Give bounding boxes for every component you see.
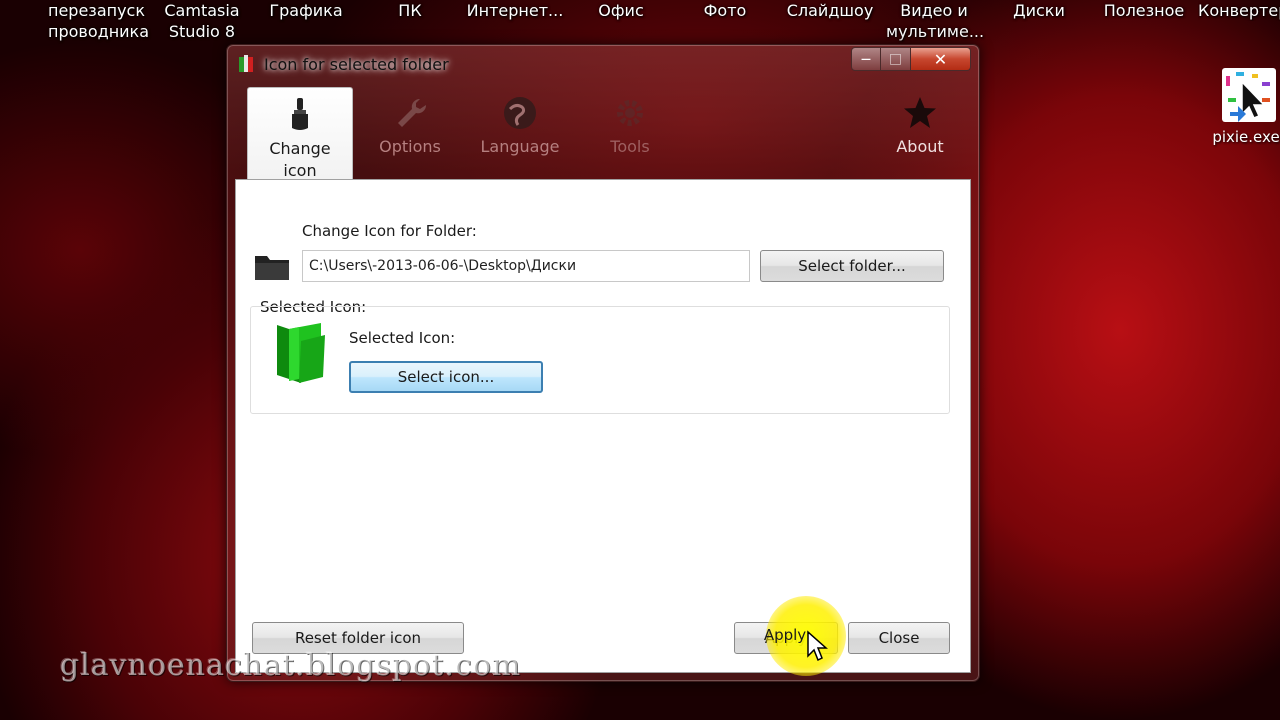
close-button[interactable]: Close xyxy=(848,622,950,654)
desktop-icon-slideshow[interactable]: Слайдшоу xyxy=(784,0,876,21)
wrench-icon xyxy=(398,98,427,127)
desktop-icon-label: мультиме... xyxy=(886,22,985,41)
desktop-icon-office[interactable]: Офис xyxy=(590,0,652,21)
green-folder-icon xyxy=(277,323,325,383)
brush-icon xyxy=(292,98,308,130)
desktop-icon-photo[interactable]: Фото xyxy=(696,0,754,21)
folder-icon xyxy=(255,256,289,280)
tab-tools[interactable]: Tools xyxy=(577,87,683,177)
tab-label-line: Change xyxy=(269,139,331,158)
app-icon xyxy=(239,55,253,73)
selected-icon-label: Selected Icon: xyxy=(349,329,456,347)
pixie-exe-label: pixie.exe xyxy=(1212,128,1280,146)
select-folder-button[interactable]: Select folder... xyxy=(760,250,944,282)
minimize-icon: — xyxy=(861,53,871,65)
desktop-icon-label: Диски xyxy=(1013,1,1065,20)
change-icon-panel: Change Icon for Folder: Select folder...… xyxy=(235,179,971,673)
tab-options[interactable]: Options xyxy=(357,87,463,177)
desktop-icon-graphics[interactable]: Графика xyxy=(266,0,346,21)
window-controls: — □ ✕ xyxy=(851,47,971,73)
star-icon xyxy=(904,97,936,128)
select-icon-button[interactable]: Select icon... xyxy=(349,361,543,393)
desktop-icon-label: Конвертер xyxy=(1198,1,1280,20)
desktop-icon-internet[interactable]: Интернет... xyxy=(466,0,564,21)
desktop-icon-label: Studio 8 xyxy=(168,22,236,41)
desktop-icon-disks[interactable]: Диски xyxy=(1008,0,1070,21)
tab-label: About xyxy=(896,137,944,156)
minimize-button[interactable]: — xyxy=(851,47,881,71)
desktop-icon-video[interactable]: Видео и мультиме... xyxy=(886,0,985,42)
tab-language[interactable]: Language xyxy=(467,87,573,177)
desktop-icon-label: Полезное xyxy=(1103,1,1185,20)
desktop-icon-restart-explorer[interactable]: перезапуск проводника xyxy=(48,0,150,42)
window-title: Icon for selected folder xyxy=(264,55,449,74)
mouse-cursor-icon xyxy=(807,630,828,662)
gear-icon xyxy=(617,100,643,126)
desktop-icon-label: проводника xyxy=(48,22,150,41)
globe-icon xyxy=(504,97,536,129)
maximize-button[interactable]: □ xyxy=(881,47,911,71)
desktop-icon-label: Camtasia xyxy=(164,1,240,20)
desktop-icon-label: Слайдшоу xyxy=(786,1,874,20)
desktop-icon-label: Графика xyxy=(269,1,343,20)
close-icon: ✕ xyxy=(933,49,948,69)
desktop-icon-useful[interactable]: Полезное xyxy=(1100,0,1188,21)
window-titlebar[interactable]: Icon for selected folder — □ ✕ xyxy=(227,45,979,81)
desktop-icon-label: Фото xyxy=(703,1,747,20)
desktop-icon-label: перезапуск xyxy=(48,1,146,20)
close-window-button[interactable]: ✕ xyxy=(911,47,971,71)
tab-change-icon[interactable]: Change icon xyxy=(247,87,353,182)
desktop-icon-label: Интернет... xyxy=(466,1,564,20)
desktop-icon-label: Офис xyxy=(598,1,644,20)
icon-for-folder-window: Icon for selected folder — □ ✕ Change ic… xyxy=(226,44,980,682)
desktop-icon-label: Видео и xyxy=(900,1,968,20)
desktop-icon-label: ПК xyxy=(398,1,422,20)
change-icon-folder-label: Change Icon for Folder: xyxy=(302,222,477,240)
tab-label: Change icon xyxy=(248,138,352,182)
tab-label: Language xyxy=(480,137,560,156)
maximize-icon: □ xyxy=(888,51,903,67)
watermark-text: glavnoenachat.blogspot.com xyxy=(60,648,522,683)
desktop-icon-camtasia[interactable]: Camtasia Studio 8 xyxy=(160,0,244,42)
tab-about[interactable]: About xyxy=(867,87,973,177)
desktop-icon-pc[interactable]: ПК xyxy=(380,0,440,21)
pixie-cursor-icon[interactable] xyxy=(1222,68,1276,122)
desktop-icon-converter[interactable]: Конвертер xyxy=(1198,0,1280,21)
tab-label: Tools xyxy=(610,137,650,156)
selected-icon-group: Selected Icon: Select icon... xyxy=(250,306,950,414)
folder-path-input[interactable] xyxy=(302,250,750,282)
tab-label: Options xyxy=(379,137,441,156)
